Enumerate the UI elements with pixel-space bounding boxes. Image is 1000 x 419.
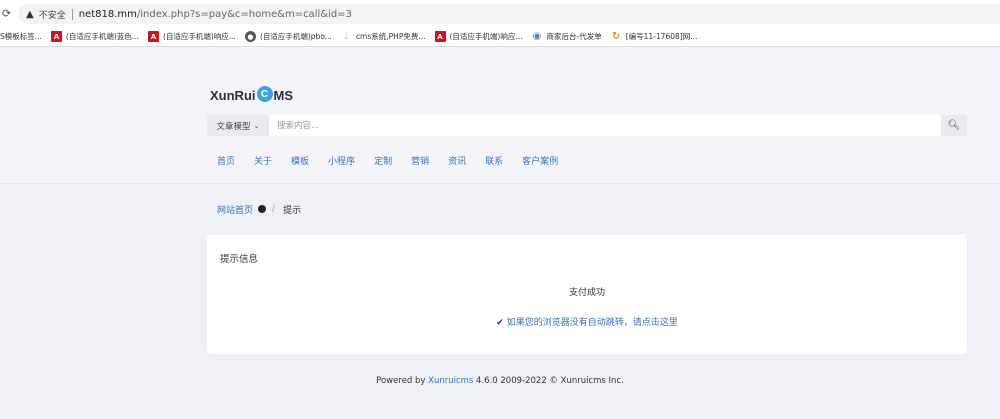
nav-item-templates[interactable]: 模板 xyxy=(291,154,309,167)
logo-text: XunRui xyxy=(210,87,256,103)
redirect-link[interactable]: ✔ 如果您的浏览器没有自动跳转，请点击这里 xyxy=(207,315,967,328)
bell-icon: ◉ xyxy=(532,31,542,42)
search-bar: 文章模型 ⌄ 🔍︎ xyxy=(207,115,967,136)
footer-powered: Powered by xyxy=(376,376,429,386)
bookmarks-bar: S模板标签... A (自适应手机端)蓝色... A (自适应手机端)响应...… xyxy=(0,27,1000,47)
nav-item-cases[interactable]: 客户案例 xyxy=(522,154,558,167)
search-input[interactable] xyxy=(269,115,941,136)
breadcrumb-current: 提示 xyxy=(283,205,302,216)
url-host: net818.mm xyxy=(78,8,137,20)
bookmark-label: (自适应手机端)pbo... xyxy=(259,32,332,41)
globe-icon: ● xyxy=(244,31,256,42)
message-card: 提示信息 支付成功 ✔ 如果您的浏览器没有自动跳转，请点击这里 xyxy=(207,235,967,354)
logo-text: MS xyxy=(273,87,294,103)
search-model-select[interactable]: 文章模型 ⌄ xyxy=(207,115,269,136)
bookmark-item[interactable]: A (自适应手机端)响应... xyxy=(147,31,236,42)
message-title: 提示信息 xyxy=(220,254,259,265)
search-button[interactable]: 🔍︎ xyxy=(941,115,967,136)
warning-icon[interactable]: ▲ xyxy=(26,9,34,20)
bookmark-item[interactable]: ↻ [编号11-17608]网... xyxy=(611,31,698,42)
bookmark-label: cms系统,PHP免费... xyxy=(355,32,426,41)
bookmark-label: S模板标签... xyxy=(0,32,42,41)
nav-item-miniprogram[interactable]: 小程序 xyxy=(328,154,355,167)
nav-item-custom[interactable]: 定制 xyxy=(374,154,392,167)
chevron-down-icon: ⌄ xyxy=(253,121,260,130)
site-logo[interactable]: XunRui C MS xyxy=(210,86,294,103)
url-path: /index.php?s=pay&c=home&m=call&id=3 xyxy=(136,8,352,20)
main-nav: 首页 关于 模板 小程序 定制 营销 资讯 联系 客户案例 xyxy=(217,154,577,167)
nav-item-news[interactable]: 资讯 xyxy=(448,154,466,167)
footer-brand-link[interactable]: Xunruicms xyxy=(428,376,473,386)
logo-drop-icon: C xyxy=(256,86,273,102)
bookmark-item[interactable]: 💧︎ cms系统,PHP免费... xyxy=(341,31,426,42)
bookmark-label: 商家后台-代发单 xyxy=(546,32,602,41)
cc-icon: ↻ xyxy=(612,31,621,42)
divider xyxy=(71,8,73,20)
acrobat-icon: A xyxy=(434,31,446,42)
circle-icon xyxy=(258,205,267,213)
breadcrumb-home[interactable]: 网站首页 xyxy=(217,203,253,216)
reload-icon[interactable]: ⟳ xyxy=(2,7,16,20)
nav-item-home[interactable]: 首页 xyxy=(217,154,235,167)
message-text: 支付成功 xyxy=(568,288,605,298)
acrobat-icon: A xyxy=(50,31,62,42)
breadcrumb-separator: / xyxy=(272,204,276,214)
search-icon: 🔍︎ xyxy=(947,120,961,131)
bookmark-label: (自适应手机端)蓝色... xyxy=(65,32,139,41)
url-text[interactable]: net818.mm/index.php?s=pay&c=home&m=call&… xyxy=(79,9,352,20)
site-footer: Powered by Xunruicms 4.6.0 2009-2022 © X… xyxy=(0,376,1000,386)
address-bar: ⟳ ▲ 不安全 net818.mm/index.php?s=pay&c=home… xyxy=(0,0,1000,27)
nav-item-about[interactable]: 关于 xyxy=(254,154,272,167)
redirect-link-text: 如果您的浏览器没有自动跳转，请点击这里 xyxy=(506,318,678,328)
drop-icon: 💧︎ xyxy=(344,31,349,42)
check-icon: ✔ xyxy=(496,318,504,328)
nav-item-marketing[interactable]: 营销 xyxy=(411,154,429,167)
search-model-label: 文章模型 xyxy=(216,121,251,132)
bookmark-item[interactable]: ◉ 商家后台-代发单 xyxy=(532,31,602,42)
bookmark-item[interactable]: ● (自适应手机端)pbo... xyxy=(244,31,332,42)
breadcrumb: 网站首页 / 提示 xyxy=(207,197,967,221)
bookmark-label: [编号11-17608]网... xyxy=(625,32,698,41)
url-field[interactable]: ▲ 不安全 net818.mm/index.php?s=pay&c=home&m… xyxy=(18,4,1000,24)
bookmark-label: (自适应手机端)响应... xyxy=(162,32,236,41)
bookmark-item[interactable]: S模板标签... xyxy=(0,31,42,42)
acrobat-icon: A xyxy=(147,31,159,42)
bookmark-item[interactable]: A (自适应手机端)响应... xyxy=(434,31,523,42)
bookmark-item[interactable]: A (自适应手机端)蓝色... xyxy=(50,31,139,42)
nav-item-contact[interactable]: 联系 xyxy=(485,154,503,167)
site-header: XunRuiCMS 文章模型 ⌄ 🔍︎ 首页 关于 模板 小程序 定制 营销 资… xyxy=(0,47,1000,184)
security-label[interactable]: 不安全 xyxy=(39,8,66,21)
footer-copyright: 4.6.0 2009-2022 © Xunruicms Inc. xyxy=(473,376,624,386)
bookmark-label: (自适应手机端)响应... xyxy=(449,32,523,41)
